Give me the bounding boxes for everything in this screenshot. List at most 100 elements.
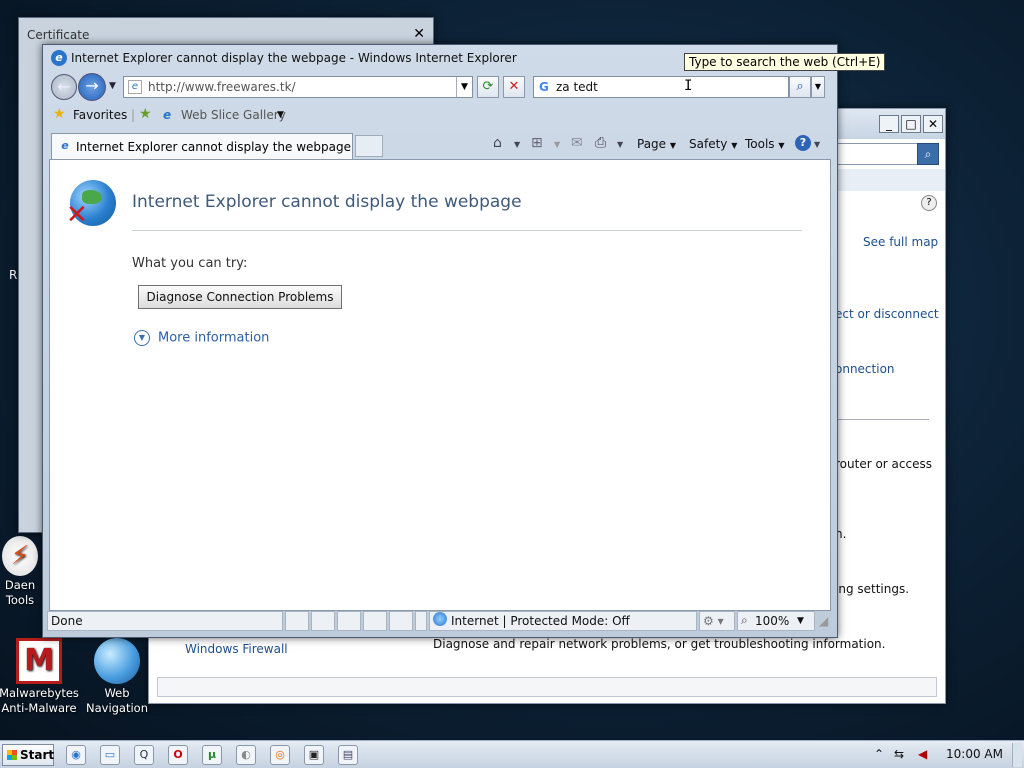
utorrent-icon[interactable]: µ <box>202 745 222 765</box>
tools-menu[interactable]: Tools ▼ <box>745 137 785 151</box>
show-desktop-icon[interactable]: ◉ <box>66 745 86 765</box>
divider <box>829 419 929 420</box>
clock[interactable]: 10:00 AM <box>946 747 1003 761</box>
page-icon: e <box>128 80 142 94</box>
taskbar: Start ◉ ▭ Q O µ ◐ ◎ ▣ ▤ ⌃ ⇆ ◀ 10:00 AM <box>0 740 1024 768</box>
desktop-icon-web-navigation[interactable]: Web Navigation <box>77 638 157 716</box>
start-button[interactable]: Start <box>2 744 54 766</box>
diagnose-description: Diagnose and repair network problems, or… <box>433 637 886 651</box>
history-dropdown-icon[interactable]: ▼ <box>109 81 116 91</box>
explorer-icon[interactable]: ▭ <box>100 745 120 765</box>
help-icon[interactable]: ? <box>795 135 811 151</box>
forward-button[interactable]: → <box>78 73 106 101</box>
ie-title: Internet Explorer cannot display the web… <box>71 51 517 65</box>
safety-menu[interactable]: Safety ▼ <box>689 137 737 151</box>
web-slice-gallery-link[interactable]: Web Slice Gallery <box>181 108 286 122</box>
volume-tray-icon[interactable]: ◀ <box>918 747 927 761</box>
network-search-input[interactable] <box>829 143 923 165</box>
opera-icon[interactable]: O <box>168 745 188 765</box>
divider <box>132 230 802 231</box>
network-tray-icon[interactable]: ⇆ <box>894 747 904 761</box>
desktop-icon-label: Navigation <box>85 701 149 715</box>
show-desktop-button[interactable] <box>1012 743 1022 767</box>
network-status-bar <box>157 677 937 697</box>
search-value: za tedt <box>556 80 598 94</box>
connect-disconnect-link[interactable]: ect or disconnect <box>835 307 939 321</box>
help-dropdown-icon[interactable]: ▼ <box>814 140 820 149</box>
resize-grip-icon[interactable]: ◢ <box>819 614 828 628</box>
more-information-label: More information <box>158 330 270 346</box>
desktop-icon-label: Anti-Malware <box>1 701 77 715</box>
add-favorites-icon[interactable]: ★ <box>139 106 152 122</box>
read-mail-icon[interactable]: ✉ <box>571 135 583 151</box>
maximize-button[interactable]: □ <box>901 115 921 133</box>
notepad-icon[interactable]: ▤ <box>338 745 358 765</box>
search-icon[interactable]: ⌕ <box>917 143 939 165</box>
tools-menu-label: Tools <box>745 137 775 151</box>
terminal-icon[interactable]: ▣ <box>304 745 324 765</box>
zoom-dropdown-icon[interactable]: ▼ <box>797 616 804 626</box>
error-heading: Internet Explorer cannot display the web… <box>132 192 522 212</box>
search-input[interactable]: G za tedt <box>533 76 789 98</box>
what-you-can-try-label: What you can try: <box>132 256 248 271</box>
quicktime-icon[interactable]: Q <box>134 745 154 765</box>
status-segment <box>389 611 413 631</box>
router-text: router or access <box>835 457 932 471</box>
search-go-button[interactable]: ⌕ <box>789 76 811 98</box>
home-dropdown-icon[interactable]: ▼ <box>514 140 520 149</box>
help-icon[interactable]: ? <box>921 195 937 211</box>
connection-link[interactable]: onnection <box>835 362 895 376</box>
error-x-icon: ✕ <box>66 200 88 230</box>
desktop-icon-malwarebytes[interactable]: M Malwarebytes Anti-Malware <box>0 638 79 716</box>
firefox-icon[interactable]: ◎ <box>270 745 290 765</box>
daemon-tools-icon: ⚡ <box>2 536 38 576</box>
home-icon[interactable]: ⌂ <box>493 135 502 151</box>
back-button[interactable]: ← <box>51 74 77 100</box>
search-options-icon[interactable]: ▼ <box>811 76 825 98</box>
page-content: ✕ Internet Explorer cannot display the w… <box>49 159 831 611</box>
status-done: Done <box>51 614 83 628</box>
refresh-button[interactable]: ⟳ <box>477 76 499 98</box>
page-menu[interactable]: Page ▼ <box>637 137 676 151</box>
windows-firewall-link[interactable]: Windows Firewall <box>185 642 288 656</box>
address-value: http://www.freewares.tk/ <box>148 80 296 94</box>
see-full-map-link[interactable]: See full map <box>863 235 938 249</box>
more-information-link[interactable]: ▼ More information <box>134 330 269 346</box>
new-tab-button[interactable] <box>355 135 383 157</box>
text-cursor-icon: I <box>684 78 693 94</box>
favorites-bar: ★ Favorites | ★ e Web Slice Gallery ▼ <box>47 103 833 129</box>
feeds-dropdown-icon[interactable]: ▼ <box>554 140 560 149</box>
certificate-close-button[interactable]: ✕ <box>413 26 425 42</box>
favorites-button[interactable]: Favorites <box>73 108 127 122</box>
malwarebytes-icon: M <box>16 638 62 684</box>
app-icon[interactable]: ◐ <box>236 745 256 765</box>
sharing-text: ing settings. <box>835 582 910 596</box>
feeds-icon[interactable]: ⊞ <box>531 135 543 151</box>
tab-page-icon: e <box>61 139 69 152</box>
minimize-button[interactable]: _ <box>879 115 899 133</box>
separator: | <box>131 108 136 122</box>
status-segment <box>415 611 427 631</box>
chevron-down-icon: ▼ <box>731 141 738 150</box>
zone-globe-icon <box>433 612 447 626</box>
tray-expand-icon[interactable]: ⌃ <box>874 747 884 761</box>
address-dropdown-icon[interactable]: ▼ <box>456 77 472 97</box>
print-dropdown-icon[interactable]: ▼ <box>617 140 623 149</box>
chevron-down-icon: ▼ <box>134 330 150 346</box>
ie-window[interactable]: e Internet Explorer cannot display the w… <box>42 44 838 638</box>
zone-text: Internet | Protected Mode: Off <box>451 614 630 628</box>
google-icon: G <box>539 80 549 94</box>
print-icon[interactable]: ⎙ <box>595 135 606 151</box>
ie-status-bar: Done Internet | Protected Mode: Off ⚙ ▾ … <box>47 611 833 633</box>
web-slice-dropdown-icon[interactable]: ▼ <box>277 110 284 120</box>
start-label: Start <box>20 748 55 762</box>
close-button[interactable]: ✕ <box>923 115 943 133</box>
favorites-star-icon[interactable]: ★ <box>53 106 66 122</box>
tab-current[interactable]: e Internet Explorer cannot display the w… <box>51 133 353 159</box>
desktop-icon-label: Web <box>104 686 130 700</box>
stop-button[interactable]: ✕ <box>503 76 525 98</box>
diagnose-connection-button[interactable]: Diagnose Connection Problems <box>138 285 342 309</box>
chevron-down-icon: ▼ <box>669 141 677 150</box>
safety-menu-label: Safety <box>689 137 728 151</box>
address-bar[interactable]: e http://www.freewares.tk/ ▼ <box>123 76 473 98</box>
